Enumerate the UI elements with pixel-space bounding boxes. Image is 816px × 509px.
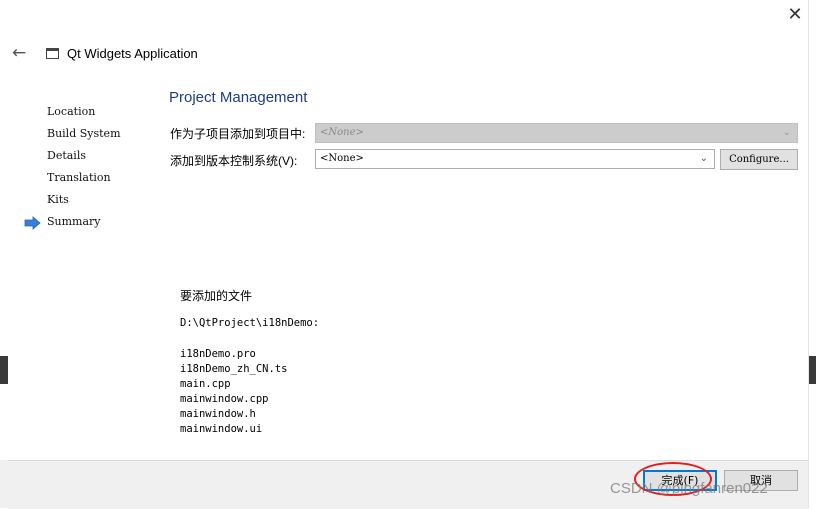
list-item: mainwindow.cpp — [180, 393, 269, 405]
background-window-strip-right — [808, 356, 816, 384]
list-item: i18nDemo_zh_CN.ts — [180, 363, 288, 375]
background-window-strip — [0, 356, 8, 384]
back-button[interactable]: ← — [12, 44, 32, 62]
step-details: Details — [47, 149, 86, 162]
list-item: main.cpp — [180, 378, 231, 390]
subproject-label: 作为子项目添加到项目中: — [170, 127, 306, 141]
watermark: CSDN @pingfanren022 — [610, 480, 768, 497]
subproject-combo[interactable]: <None> ⌄ — [315, 123, 798, 143]
window-icon — [46, 48, 59, 59]
wizard-title: Qt Widgets Application — [67, 46, 198, 61]
step-kits: Kits — [47, 193, 69, 206]
page-title: Project Management — [169, 89, 308, 106]
chevron-down-icon: ⌄ — [782, 127, 791, 138]
step-translation: Translation — [47, 171, 111, 184]
close-icon: ✕ — [787, 4, 803, 25]
wizard-steps: Location Build System Details Translatio… — [47, 104, 121, 236]
step-summary: Summary — [47, 215, 101, 228]
list-item: mainwindow.h — [180, 408, 256, 420]
step-build-system: Build System — [47, 127, 121, 140]
summary-path: D:\QtProject\i18nDemo: — [180, 317, 320, 329]
list-item: mainwindow.ui — [180, 423, 263, 435]
dialog-right-edge — [808, 0, 809, 508]
vcs-value: <None> — [320, 153, 364, 164]
file-list: i18nDemo.pro i18nDemo_zh_CN.ts main.cpp … — [180, 347, 287, 437]
vcs-label: 添加到版本控制系统(V): — [170, 154, 298, 168]
back-arrow-icon: ← — [12, 43, 27, 63]
summary-title: 要添加的文件 — [180, 289, 253, 303]
close-button[interactable]: ✕ — [784, 4, 806, 26]
vcs-combo[interactable]: <None> ⌄ — [315, 149, 715, 169]
chevron-down-icon: ⌄ — [699, 153, 708, 164]
configure-button[interactable]: Configure... — [720, 149, 798, 170]
current-step-arrow-icon — [24, 216, 41, 230]
step-location: Location — [47, 105, 96, 118]
list-item: i18nDemo.pro — [180, 348, 256, 360]
subproject-value: <None> — [320, 127, 364, 138]
